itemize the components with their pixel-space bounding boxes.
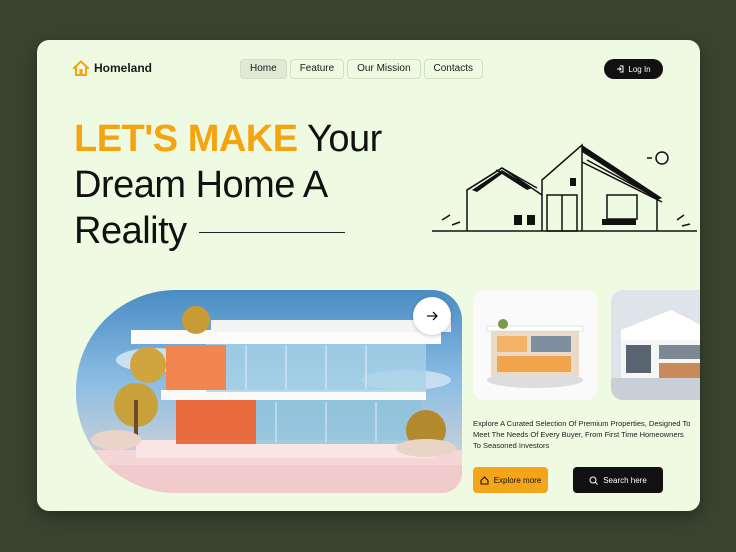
house-icon (73, 60, 89, 76)
house-line-illustration (432, 143, 697, 232)
hero-description: Explore A Curated Selection Of Premium P… (473, 419, 691, 450)
headline-line-2: Dream Home A (74, 164, 328, 206)
explore-more-button[interactable]: Explore more (473, 467, 548, 493)
headline-rest: Your (297, 118, 382, 160)
login-label: Log In (628, 64, 651, 74)
login-icon (617, 65, 624, 73)
headline-line-3: Reality (74, 210, 187, 252)
hero-headline: LET'S MAKE Your Dream Home A Reality (74, 116, 382, 254)
nav-feature[interactable]: Feature (289, 59, 345, 79)
main-card: Homeland Home Feature Our Mission Contac… (37, 40, 700, 511)
nav-home[interactable]: Home (240, 59, 287, 79)
search-icon (589, 476, 599, 485)
nav-our-mission[interactable]: Our Mission (347, 59, 421, 79)
headline-highlight: LET'S MAKE (74, 118, 298, 160)
top-nav: Home Feature Our Mission Contacts (240, 59, 483, 79)
search-here-label: Search here (603, 475, 647, 485)
next-arrow-button[interactable] (413, 297, 451, 335)
search-here-button[interactable]: Search here (573, 467, 663, 493)
headline-rule (198, 232, 345, 234)
nav-contacts[interactable]: Contacts (423, 59, 483, 79)
property-thumbnail-1[interactable] (473, 290, 597, 400)
arrow-right-icon (427, 311, 438, 321)
property-image-1 (473, 290, 597, 400)
property-image-2 (611, 290, 700, 400)
explore-more-label: Explore more (493, 475, 542, 485)
login-button[interactable]: Log In (604, 59, 663, 79)
brand-logo[interactable]: Homeland (73, 60, 152, 76)
property-thumbnail-2[interactable] (611, 290, 700, 400)
hero-image (76, 290, 462, 493)
hero-house-illustration (76, 306, 462, 493)
brand-name: Homeland (94, 61, 153, 75)
home-icon (480, 475, 489, 484)
